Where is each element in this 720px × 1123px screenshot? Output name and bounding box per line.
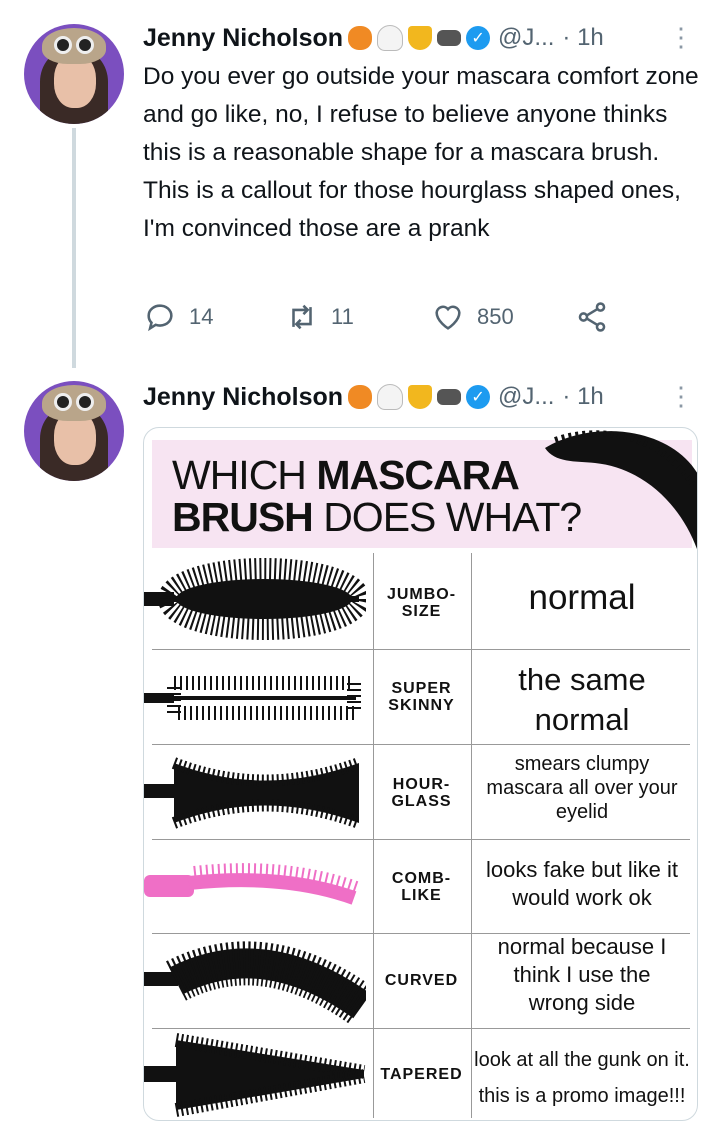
tweet-header: Jenny Nicholson ✓ @J... · 1h <box>143 379 604 415</box>
handle[interactable]: @J... <box>498 24 554 52</box>
pumpkin-emoji-icon <box>348 26 373 50</box>
like-button[interactable]: 850 <box>431 300 514 334</box>
display-name[interactable]: Jenny Nicholson <box>143 24 343 53</box>
share-button[interactable] <box>575 300 621 334</box>
comb-brush-image <box>144 863 359 905</box>
hourglass-brush-image <box>144 757 362 829</box>
image-title-line1: WHICH MASCARA <box>172 452 520 498</box>
ghost-emoji-icon <box>377 25 404 51</box>
more-icon[interactable]: ⋮ <box>668 383 694 409</box>
ghost-emoji-icon <box>377 384 404 410</box>
timestamp[interactable]: · 1h <box>562 383 603 411</box>
image-title-line2: BRUSH DOES WHAT? <box>172 494 582 540</box>
share-icon <box>578 302 606 332</box>
tweet-image[interactable]: WHICH MASCARA BRUSH DOES WHAT? JUMBO- SIZ… <box>143 427 698 1121</box>
curved-brush-image <box>144 941 366 1025</box>
brush-label: JUMBO- SIZE <box>386 586 457 620</box>
verified-badge-icon: ✓ <box>466 385 491 409</box>
retweet-button[interactable]: 11 <box>285 300 354 334</box>
brush-label: COMB- LIKE <box>391 870 452 904</box>
row-divider <box>152 649 690 650</box>
thread-connector <box>72 128 76 368</box>
tweet-text: Do you ever go outside your mascara comf… <box>143 63 699 242</box>
like-icon <box>435 305 461 330</box>
column-divider <box>373 553 374 1118</box>
like-count: 850 <box>477 304 514 329</box>
avatar[interactable] <box>24 381 124 481</box>
tapered-brush-image <box>144 1033 366 1117</box>
reply-count: 14 <box>189 304 214 329</box>
timestamp[interactable]: · 1h <box>562 24 603 52</box>
brush-label: SUPER SKINNY <box>388 680 455 714</box>
reply-icon <box>147 304 173 332</box>
column-divider <box>471 553 472 1118</box>
brush-description: looks fake but like it would work ok <box>486 857 678 910</box>
tweet-actions: 14 11 850 <box>143 300 623 340</box>
handle[interactable]: @J... <box>498 383 554 411</box>
row-divider <box>152 744 690 745</box>
brush-description: normal because I think I use the wrong s… <box>497 934 667 1015</box>
brush-label: TAPERED <box>380 1066 463 1083</box>
skinny-brush-image <box>144 676 361 720</box>
verified-badge-icon: ✓ <box>466 26 491 50</box>
more-icon[interactable]: ⋮ <box>668 24 694 50</box>
retweet-count: 11 <box>331 304 354 329</box>
display-name[interactable]: Jenny Nicholson <box>143 383 343 412</box>
brush-description: normal <box>528 578 636 617</box>
trophy-emoji-icon <box>408 385 433 409</box>
brush-description: smears clumpy mascara all over your eyel… <box>486 753 678 823</box>
jumbo-brush-image <box>144 558 366 640</box>
brush-description: the same normal <box>518 662 646 737</box>
reply-button[interactable]: 14 <box>143 300 213 334</box>
row-divider <box>152 839 690 840</box>
brush-label: CURVED <box>384 972 459 989</box>
row-divider <box>152 1028 690 1029</box>
brush-description: look at all the gunk on it. this is a pro… <box>474 1049 690 1107</box>
trophy-emoji-icon <box>408 26 433 50</box>
retweet-icon <box>292 304 312 330</box>
brush-label: HOUR- GLASS <box>391 776 452 810</box>
pumpkin-emoji-icon <box>348 385 373 409</box>
bat-emoji-icon <box>437 30 462 46</box>
avatar[interactable] <box>24 24 124 124</box>
bat-emoji-icon <box>437 389 462 405</box>
tweet-header: Jenny Nicholson ✓ @J... · 1h <box>143 20 604 56</box>
